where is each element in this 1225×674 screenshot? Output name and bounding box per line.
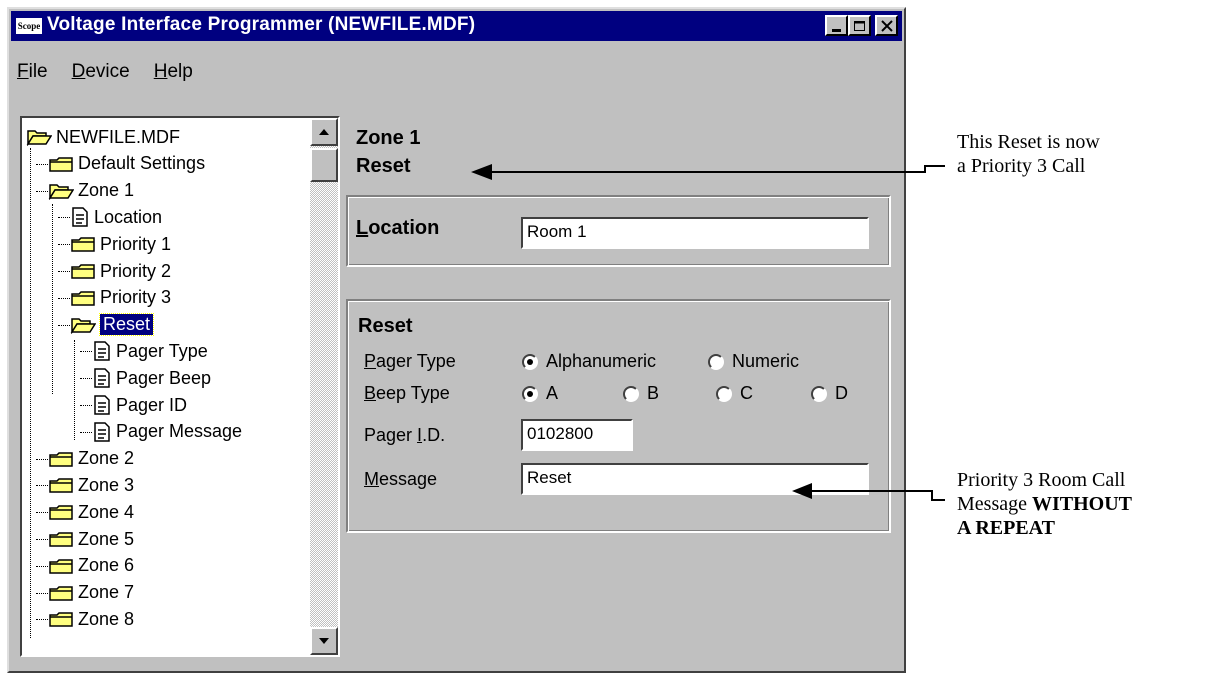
arrow-top bbox=[471, 164, 945, 180]
annotation-arrows bbox=[471, 164, 945, 501]
arrow-bottom bbox=[792, 483, 945, 501]
